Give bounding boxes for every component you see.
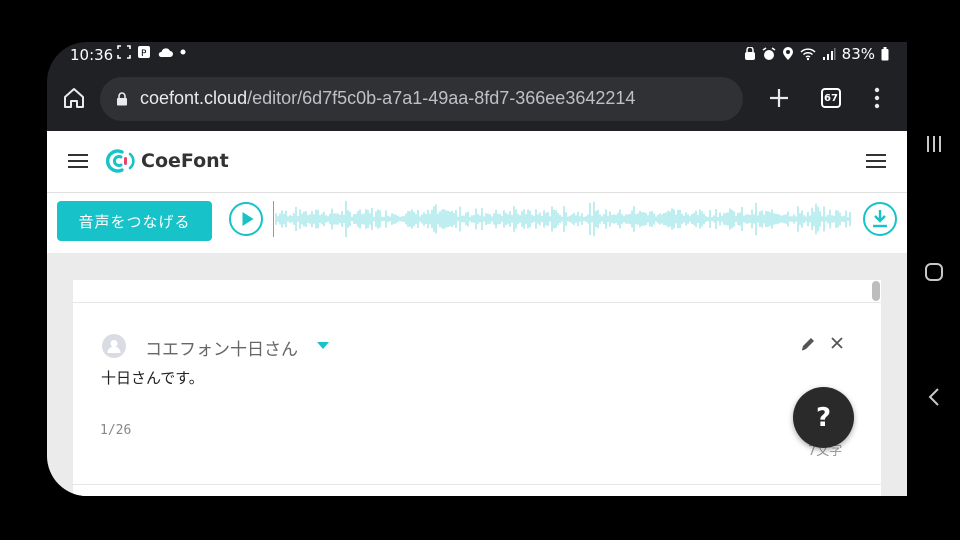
speaker-name[interactable]: コエフォン十日さん [145, 335, 298, 360]
android-nav-bar [907, 42, 960, 496]
web-page: CoeFont 音声をつなげる コエフォン十日さん 十日さんです。 1/26 7… [47, 131, 907, 496]
signal-icon [822, 48, 836, 60]
lock-badge-icon [744, 47, 755, 60]
site-header: CoeFont [47, 131, 907, 193]
address-bar[interactable]: coefont.cloud/editor/6d7f5c0b-a7a1-49aa-… [100, 77, 743, 121]
hamburger-menu-icon[interactable] [67, 153, 89, 169]
url-path: /editor/6d7f5c0b-a7a1-49aa-8fd7-366ee364… [247, 88, 636, 108]
recents-icon [926, 136, 941, 152]
more-notifications-dot-icon [180, 49, 186, 55]
speaker-avatar[interactable] [102, 334, 126, 358]
phone-screen: 10:36 P 83% coefont.cloud/editor/6d7f5c0… [47, 42, 907, 496]
play-icon [242, 212, 254, 226]
download-icon [873, 210, 887, 228]
screenshot-icon [117, 45, 131, 59]
card-divider [73, 302, 881, 303]
url-host: coefont.cloud [140, 88, 248, 108]
audio-player-bar: 音声をつなげる [47, 193, 907, 253]
text-card: コエフォン十日さん 十日さんです。 1/26 7文字 [73, 280, 881, 496]
back-arrow-icon [928, 388, 939, 406]
coefont-logo[interactable]: CoeFont [105, 148, 229, 174]
tab-switcher-button[interactable]: 67 [821, 88, 841, 108]
audio-waveform[interactable] [273, 199, 853, 239]
speech-text[interactable]: 十日さんです。 [101, 367, 204, 388]
browser-menu-icon[interactable] [867, 86, 887, 110]
status-right-icons: 83% [744, 45, 889, 63]
battery-percent: 83% [841, 45, 875, 63]
tab-count: 67 [824, 92, 838, 104]
status-time: 10:36 [70, 46, 114, 64]
alarm-icon [762, 47, 776, 60]
app-notification-icon: P [138, 46, 150, 59]
hamburger-menu-right-icon[interactable] [865, 153, 887, 169]
android-home-button[interactable] [907, 259, 960, 285]
pencil-icon[interactable] [800, 336, 816, 352]
new-tab-icon[interactable] [767, 86, 791, 110]
help-button[interactable]: ? [793, 387, 854, 448]
battery-icon [881, 47, 889, 61]
close-icon[interactable] [830, 336, 844, 350]
coefont-logo-icon [105, 149, 135, 173]
logo-text: CoeFont [141, 150, 229, 172]
home-icon[interactable] [62, 86, 86, 110]
speaker-dropdown-icon[interactable] [317, 342, 329, 349]
status-bar: 10:36 P 83% [47, 42, 907, 70]
status-left-icons: P [117, 45, 187, 59]
card-divider-bottom [73, 484, 881, 485]
location-icon [782, 47, 793, 60]
scrollbar-thumb[interactable] [872, 281, 880, 301]
cloud-icon [158, 48, 173, 57]
recents-button[interactable] [907, 131, 960, 157]
play-button[interactable] [229, 202, 263, 236]
back-button[interactable] [907, 384, 960, 410]
url-text: coefont.cloud/editor/6d7f5c0b-a7a1-49aa-… [140, 88, 635, 109]
download-button[interactable] [863, 202, 897, 236]
page-indicator: 1/26 [100, 423, 132, 438]
lock-icon[interactable] [116, 92, 128, 106]
browser-toolbar: coefont.cloud/editor/6d7f5c0b-a7a1-49aa-… [47, 70, 907, 131]
user-icon [107, 340, 121, 353]
svg-text:P: P [141, 49, 147, 59]
join-audio-button[interactable]: 音声をつなげる [57, 201, 212, 241]
android-home-icon [924, 263, 943, 281]
wifi-icon [800, 48, 816, 61]
